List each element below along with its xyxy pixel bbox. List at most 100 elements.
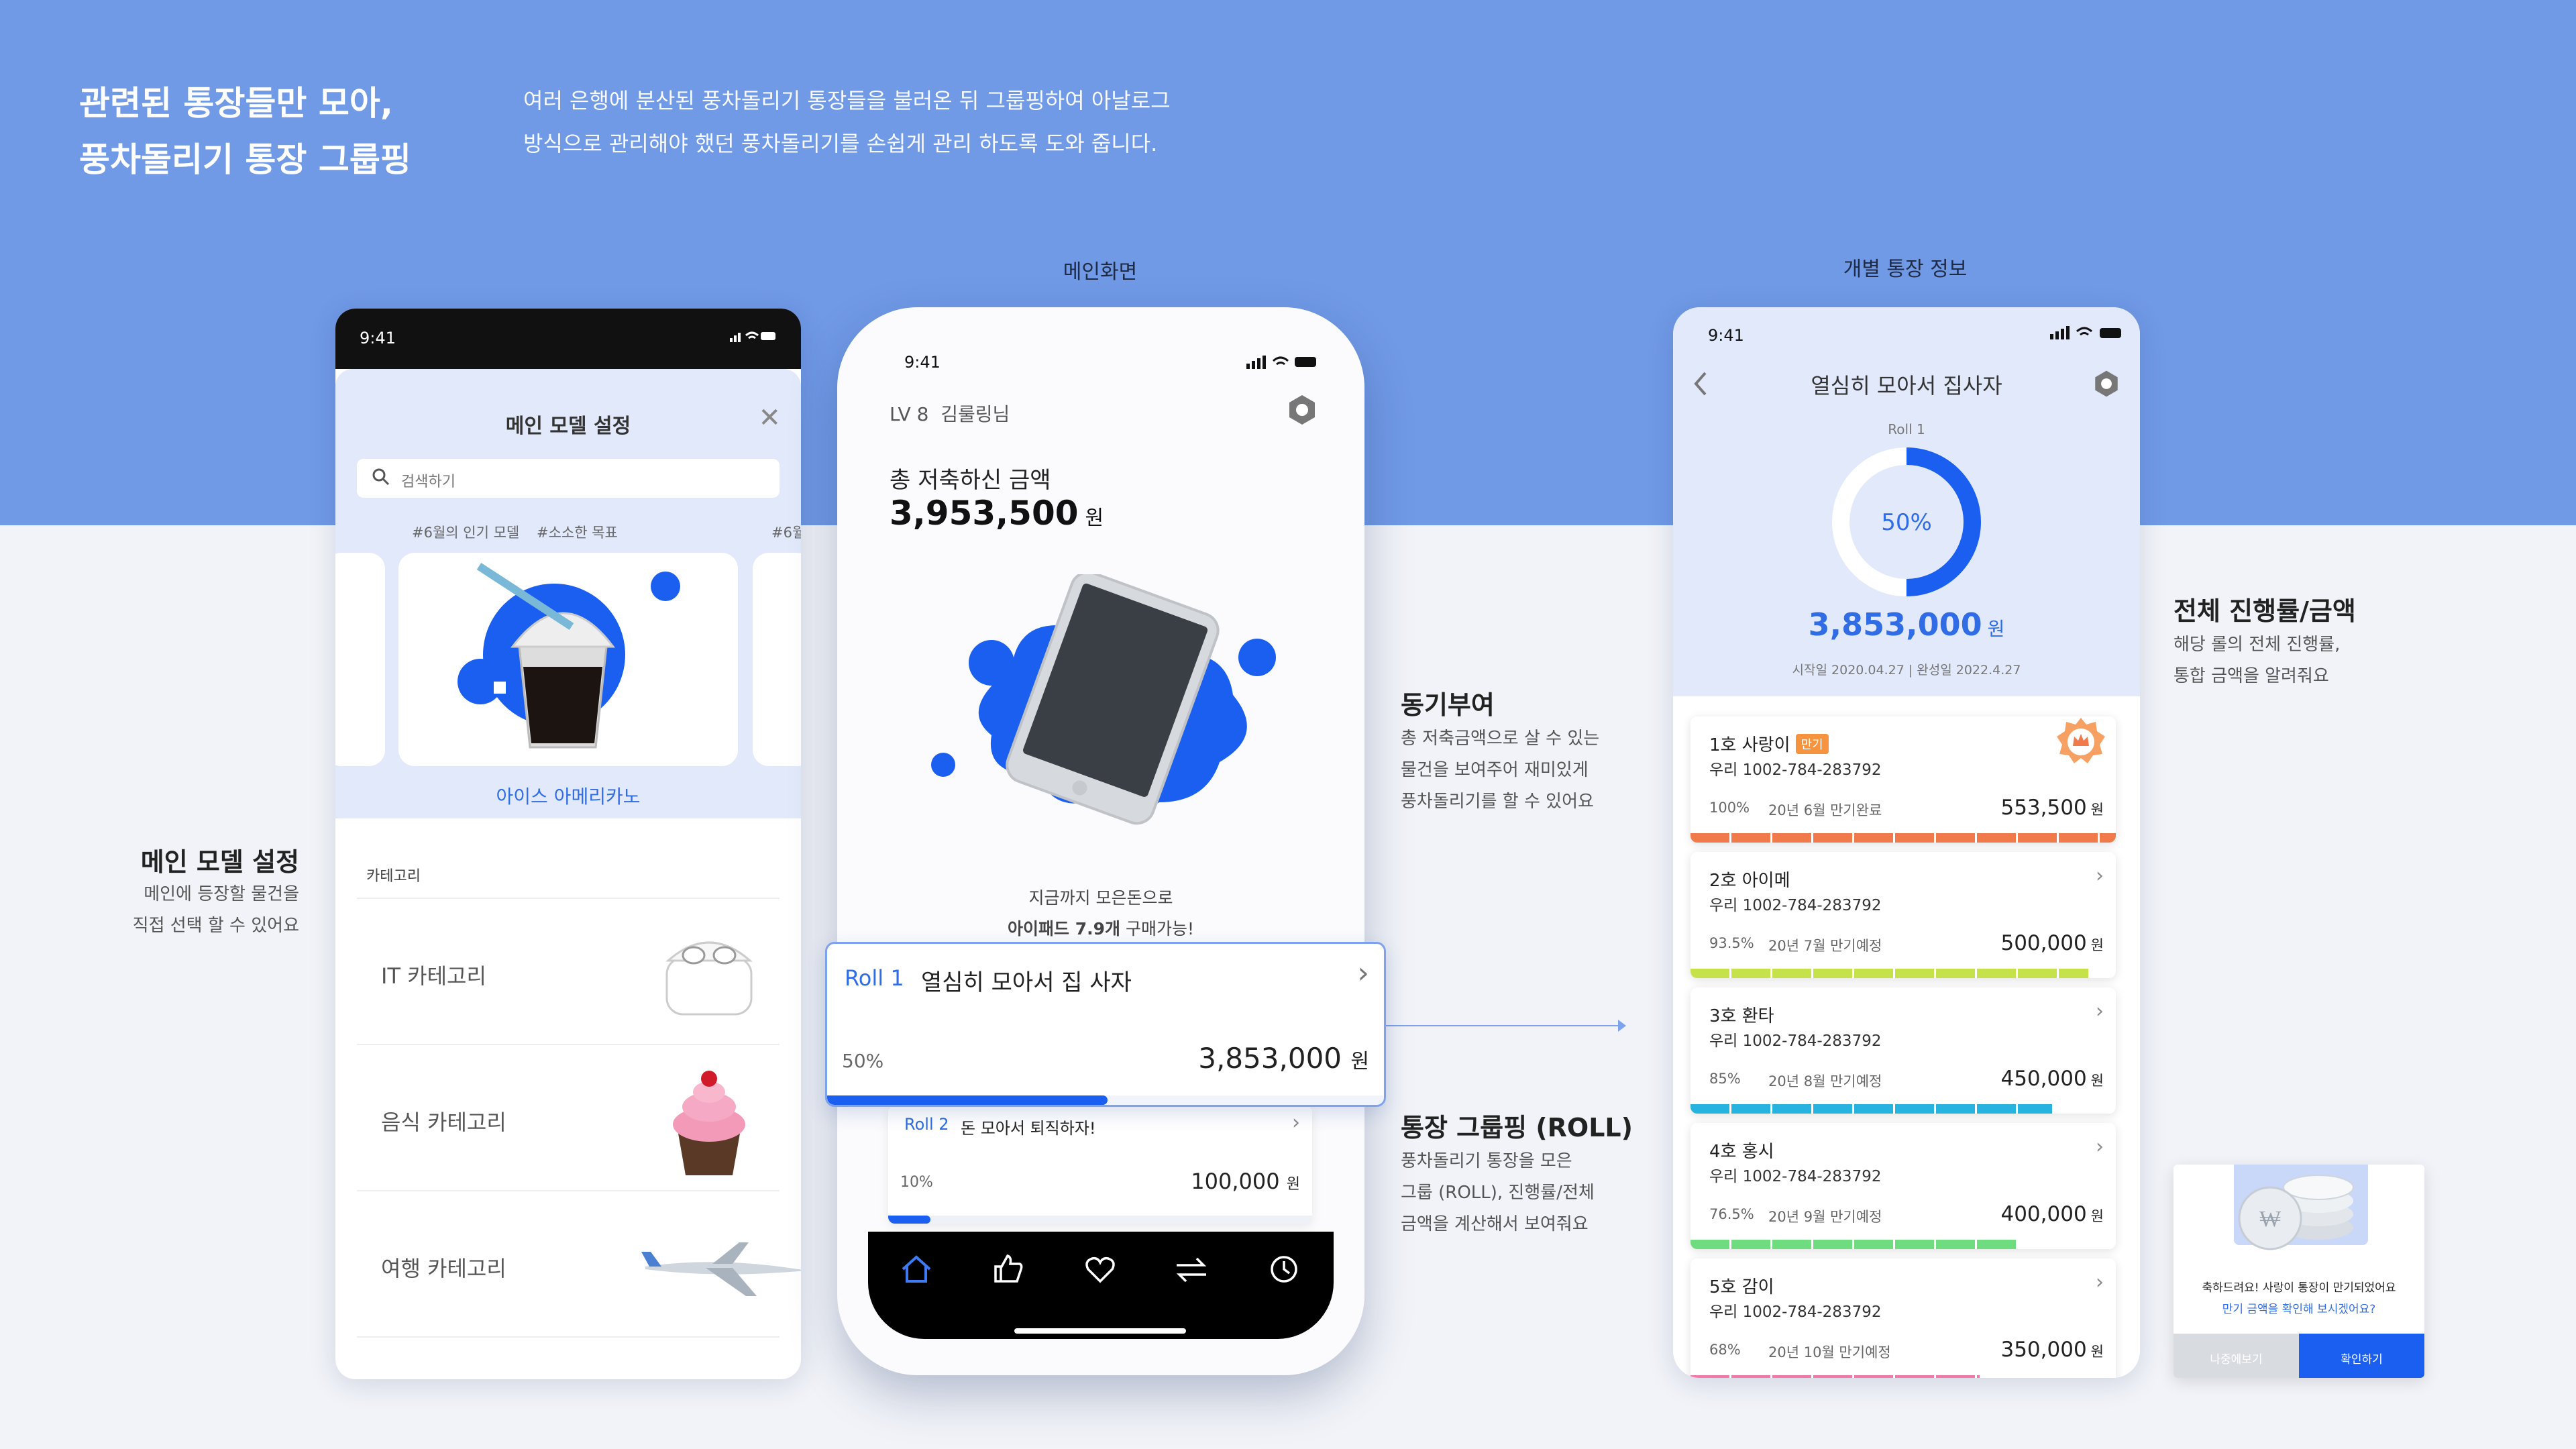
- account-amount: 500,000: [2000, 931, 2087, 955]
- account-status: 20년 8월 만기예정: [1768, 1073, 1882, 1089]
- account-progress-bar: [1690, 1104, 2052, 1114]
- buy-info-line1: 지금까지 모은돈으로: [1028, 888, 1173, 908]
- annotation-motivation-text: 총 저축금액으로 살 수 있는 물건을 보여주어 재미있게 풍차돌리기를 할 수…: [1401, 729, 1600, 812]
- account-percent: 76.5%: [1709, 1206, 1754, 1222]
- account-amount: 400,000: [2000, 1202, 2087, 1226]
- status-icons: [730, 329, 777, 349]
- earbuds-icon: [665, 941, 753, 1016]
- account-status: 20년 6월 만기완료: [1768, 802, 1882, 818]
- chevron-right-icon: ›: [2096, 864, 2104, 888]
- popup-message: 축하드려요! 사랑이 통장이 만기되었어요 만기 금액을 확인해 보시겠어요?: [2174, 1277, 2424, 1320]
- close-icon[interactable]: ✕: [758, 402, 781, 433]
- account-amount: 450,000: [2000, 1067, 2087, 1091]
- category-item-food[interactable]: 음식 카테고리: [357, 1044, 780, 1190]
- phone-account-info: 9:41 열심히 모아서 집사자 Roll 1 50% 3,853,000 원 시…: [1673, 307, 2140, 1378]
- account-name: 5호 감이: [1709, 1277, 1774, 1297]
- svg-text:₩: ₩: [2259, 1205, 2282, 1232]
- modal-title: 메인 모델 설정: [505, 415, 631, 438]
- iced-coffee-icon: [458, 562, 680, 749]
- account-amount: 350,000: [2000, 1338, 2087, 1362]
- account-progress-bar: [1690, 1240, 2016, 1249]
- roll-currency: 원: [1286, 1176, 1300, 1193]
- level-label: LV 8: [890, 403, 929, 425]
- annotation-progress-text: 해당 롤의 전체 진행률, 통합 금액을 알려줘요: [2174, 635, 2341, 686]
- transfer-icon[interactable]: [1173, 1250, 1210, 1288]
- history-icon[interactable]: [1265, 1250, 1303, 1288]
- gear-icon[interactable]: [2092, 369, 2121, 398]
- home-indicator: [1014, 1328, 1186, 1334]
- buy-info: 지금까지 모은돈으로 아이패드 7.9개 구매가능!: [837, 883, 1364, 945]
- account-card-3[interactable]: 3호 환타 › 우리 1002-784-283792 85% 20년 8월 만기…: [1690, 987, 2116, 1114]
- account-card-5[interactable]: 5호 감이 › 우리 1002-784-283792 68% 20년 10월 만…: [1690, 1258, 2116, 1378]
- phone-main-screen: 9:41 LV 8 김룰링님 총 저축하신 금액 3,953,500 원 지금까…: [837, 307, 1364, 1375]
- account-name: 1호 사랑이: [1709, 735, 1790, 755]
- headline-description: 여러 은행에 분산된 풍차돌리기 통장들을 불러온 뒤 그룹핑하여 아날로그 방…: [523, 88, 1171, 156]
- roll-tag: Roll 2: [904, 1115, 949, 1134]
- roll-progress-fill: [827, 1095, 1108, 1105]
- total-currency: 원: [1085, 506, 1104, 530]
- category-item-it[interactable]: IT 카테고리: [357, 898, 780, 1044]
- chevron-right-icon: ›: [2096, 1271, 2104, 1294]
- annotation-grouping-text: 풍차돌리기 통장을 모은 그룹 (ROLL), 진행률/전체 금액을 계산해서 …: [1401, 1151, 1595, 1234]
- category-item-travel[interactable]: 여행 카테고리: [357, 1190, 801, 1336]
- account-amount: 553,500: [2000, 796, 2087, 820]
- category-label: 여행 카테고리: [381, 1256, 506, 1281]
- search-input[interactable]: 검색하기: [357, 459, 780, 498]
- chevron-right-icon: ›: [1357, 956, 1369, 990]
- total-label: 총 저축하신 금액: [890, 467, 1051, 494]
- tag-item[interactable]: #소소한 목표: [537, 522, 618, 542]
- user-level: LV 8 김룰링님: [890, 400, 1010, 427]
- account-percent: 68%: [1709, 1342, 1741, 1358]
- category-item-more[interactable]: [357, 1336, 780, 1379]
- tag-item[interactable]: #6월의 인기 모델: [412, 522, 519, 542]
- roll-tag: Roll 1: [845, 965, 904, 991]
- later-button[interactable]: 나중에보기: [2174, 1334, 2299, 1378]
- account-currency: 원: [2090, 1208, 2104, 1224]
- account-name: 2호 아이메: [1709, 871, 1790, 891]
- popup-line1: 축하드려요! 사랑이 통장이 만기되었어요: [2202, 1281, 2396, 1295]
- featured-model-name: 아이스 아메리카노: [496, 786, 641, 808]
- total-value: 3,953,500 원: [890, 494, 1104, 533]
- account-currency: 원: [2090, 802, 2104, 818]
- category-header: 카테고리: [366, 868, 421, 885]
- roll-card-1[interactable]: Roll 1 열심히 모아서 집 사자 › 50% 3,853,000 원: [825, 942, 1386, 1107]
- status-icons: [1246, 356, 1316, 369]
- account-card-4[interactable]: 4호 홍시 › 우리 1002-784-283792 76.5% 20년 9월 …: [1690, 1123, 2116, 1249]
- tag-item[interactable]: #6월: [771, 522, 801, 542]
- account-currency: 원: [2090, 1344, 2104, 1360]
- crown-medal-icon: [2057, 718, 2105, 763]
- phone-model-settings: 9:41 메인 모델 설정 ✕ 검색하기 #6월의 인기 모델 #소소한 목표 …: [335, 309, 801, 1379]
- buy-info-item: 아이패드 7.9개: [1008, 919, 1120, 938]
- total-amount: 3,953,500: [890, 494, 1079, 533]
- connector-line: [1386, 1025, 1625, 1026]
- roll-title: 열심히 모아서 집사자: [1811, 373, 2002, 398]
- roll-progress-fill: [888, 1216, 931, 1224]
- airplane-icon: [641, 1242, 801, 1296]
- account-number: 우리 1002-784-283792: [1709, 1032, 1882, 1050]
- category-label: IT 카테고리: [381, 963, 486, 989]
- confirm-button[interactable]: 확인하기: [2299, 1334, 2424, 1378]
- account-number: 우리 1002-784-283792: [1709, 1303, 1882, 1321]
- account-percent: 93.5%: [1709, 935, 1754, 951]
- popup-line2: 만기 금액을 확인해 보시겠어요?: [2222, 1303, 2376, 1316]
- home-icon[interactable]: [898, 1250, 935, 1288]
- section-label-main: 메인화면: [1063, 260, 1138, 284]
- connector-arrow: [1618, 1020, 1626, 1032]
- model-card-prev[interactable]: [335, 553, 385, 766]
- roll-dates: 시작일 2020.04.27 | 완성일 2022.4.27: [1792, 663, 2021, 678]
- roll-card-2[interactable]: Roll 2 돈 모아서 퇴직하자! › 10% 100,000 원: [888, 1106, 1312, 1224]
- status-time: 9:41: [1708, 326, 1744, 345]
- model-card-next[interactable]: [753, 553, 801, 766]
- account-card-1[interactable]: 1호 사랑이 만기 우리 1002-784-283792 100% 20년 6월 …: [1690, 716, 2116, 843]
- thumbs-up-icon[interactable]: [989, 1250, 1026, 1288]
- roll-currency: 원: [1350, 1050, 1369, 1073]
- account-number: 우리 1002-784-283792: [1709, 761, 1882, 779]
- roll-label: Roll 1: [1888, 421, 1925, 437]
- gear-icon[interactable]: [1285, 393, 1319, 427]
- buy-info-suffix: 구매가능!: [1120, 919, 1194, 938]
- model-card-featured[interactable]: [398, 553, 738, 766]
- heart-icon[interactable]: [1081, 1250, 1119, 1288]
- account-currency: 원: [2090, 1073, 2104, 1089]
- account-card-2[interactable]: 2호 아이메 › 우리 1002-784-283792 93.5% 20년 7월…: [1690, 852, 2116, 978]
- search-icon: [372, 468, 390, 486]
